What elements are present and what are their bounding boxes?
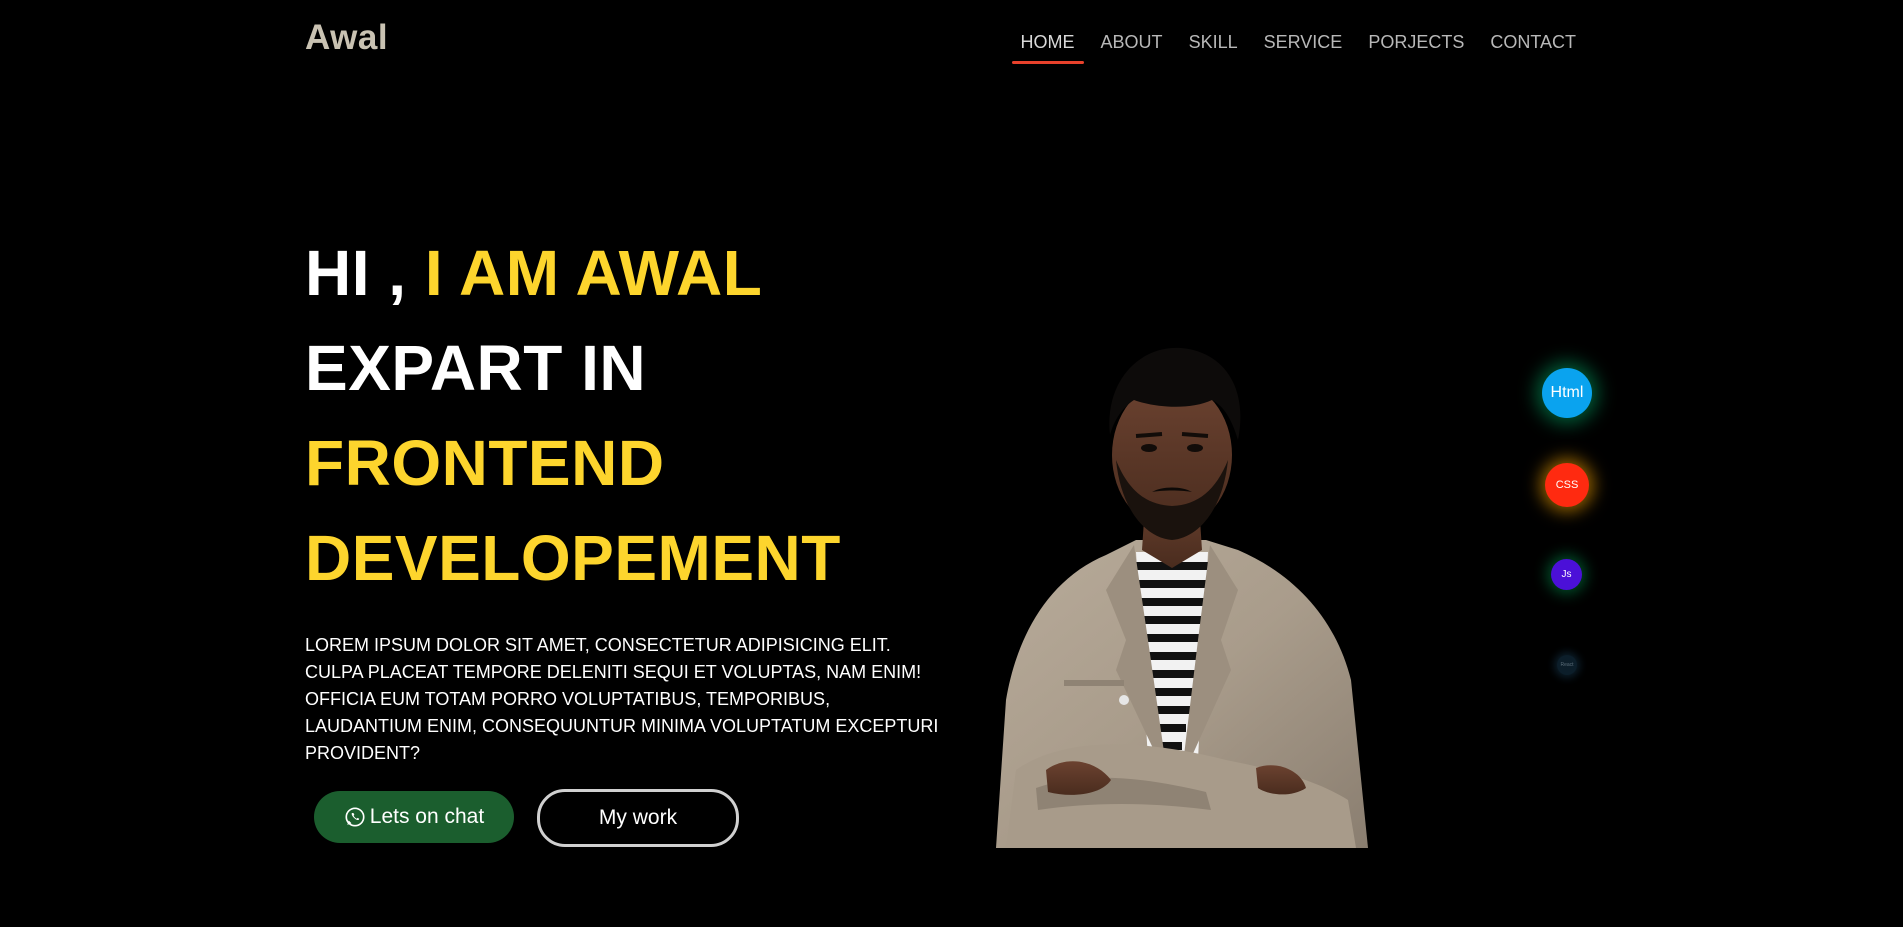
lets-chat-label: Lets on chat bbox=[369, 805, 485, 828]
hero-line-frontend: FRONTEND bbox=[305, 427, 665, 499]
skill-badge-js[interactable]: Js bbox=[1551, 559, 1582, 590]
hero-description: LOREM IPSUM DOLOR SIT AMET, CONSECTETUR … bbox=[305, 635, 939, 763]
nav-item-about[interactable]: ABOUT bbox=[1088, 30, 1176, 64]
hero-line-expert: EXPART IN bbox=[305, 332, 647, 404]
site-logo[interactable]: Awal bbox=[305, 18, 388, 58]
nav-item-service[interactable]: SERVICE bbox=[1251, 30, 1356, 64]
nav-item-home[interactable]: HOME bbox=[1008, 30, 1088, 64]
nav-item-contact[interactable]: CONTACT bbox=[1477, 30, 1589, 64]
main-nav: HOME ABOUT SKILL SERVICE PORJECTS CONTAC… bbox=[1008, 30, 1589, 64]
hero-greeting-name: I AM AWAL bbox=[424, 237, 763, 309]
portrait-image bbox=[996, 347, 1368, 848]
nav-item-projects[interactable]: PORJECTS bbox=[1355, 30, 1477, 64]
skill-badge-html[interactable]: Html bbox=[1542, 368, 1592, 418]
skill-badge-react[interactable]: React bbox=[1557, 655, 1577, 675]
hero-line-development: DEVELOPEMENT bbox=[305, 522, 841, 594]
page: Awal HOME ABOUT SKILL SERVICE PORJECTS C… bbox=[0, 0, 1903, 927]
hero-greeting-prefix: HI , bbox=[305, 237, 407, 309]
hero-greeting: HI , I AM AWAL bbox=[305, 236, 762, 310]
skill-badge-css[interactable]: CSS bbox=[1545, 463, 1589, 507]
nav-item-skill[interactable]: SKILL bbox=[1176, 30, 1251, 64]
lets-chat-button[interactable]: Lets on chat bbox=[314, 791, 514, 843]
whatsapp-icon bbox=[345, 807, 365, 827]
my-work-button[interactable]: My work bbox=[537, 789, 739, 847]
